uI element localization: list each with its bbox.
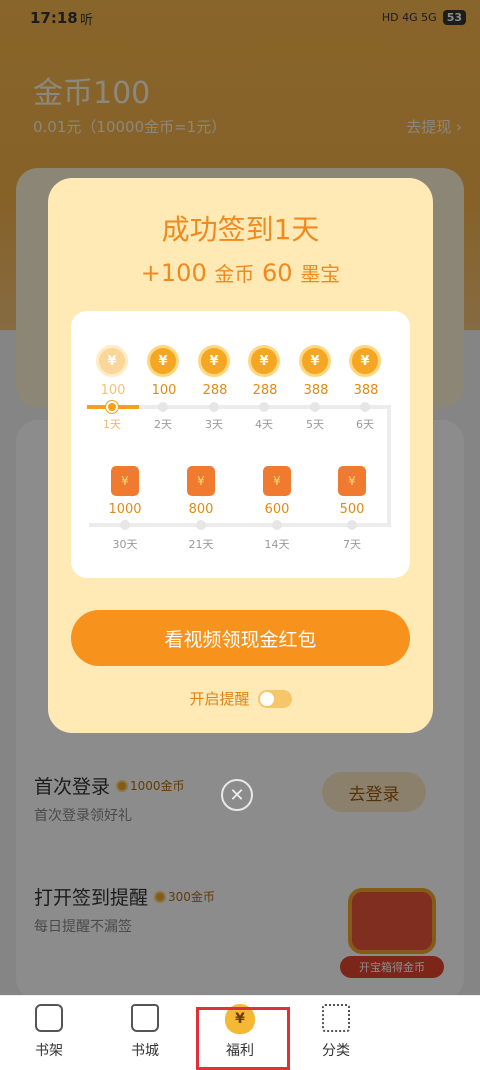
close-icon[interactable]: ✕ [221,779,253,811]
red-envelope-icon: ¥ [263,466,291,496]
watch-video-button[interactable]: 看视频领现金红包 [71,610,410,666]
reward-value: 600 [264,502,290,517]
reward-day-30: ¥ 1000 [103,466,147,517]
progress-dot [209,402,219,412]
reward-value: 288 [252,383,278,398]
day-label: 1天 [103,418,121,431]
day-label: 6天 [356,418,374,431]
day-label: 5天 [306,418,324,431]
progress-track-bottom [89,523,391,527]
progress-dot [259,402,269,412]
day-label: 3天 [205,418,223,431]
day-label: 14天 [264,538,290,551]
progress-dot [272,520,282,530]
dialog-reward: +100 金币 60 墨宝 [140,259,341,287]
reward-value: 1000 [108,502,142,517]
reward-day-7: ¥ 500 [330,466,374,517]
coin-icon: ¥ [248,345,280,377]
coin-icon: ¥ [198,345,230,377]
coin-icon: ¥ [349,345,381,377]
reward-value: 800 [188,502,214,517]
progress-dot [360,402,370,412]
checkin-success-dialog: 成功签到1天 +100 金币 60 墨宝 ¥ 100 ¥ 100 ¥ 288 ¥… [48,178,433,733]
coin-icon: ¥ [299,345,331,377]
checkin-calendar: ¥ 100 ¥ 100 ¥ 288 ¥ 288 ¥ 388 ¥ 388 1天 2… [71,311,410,578]
progress-dot-active [106,401,118,413]
progress-track-vertical [387,405,391,525]
reward-value: 500 [339,502,365,517]
red-envelope-icon: ¥ [111,466,139,496]
toggle-knob [259,691,274,706]
category-icon [322,1004,350,1032]
reward-value: 288 [202,383,228,398]
coin-icon: ¥ [96,345,128,377]
tab-bookshelf[interactable]: 书架 [14,1004,84,1066]
reward-day-1: ¥ 100 [96,345,130,398]
reward-value: 100 [100,383,126,398]
bookshelf-icon [35,1004,63,1032]
tab-bookstore[interactable]: 书城 [110,1004,180,1066]
progress-dot [196,520,206,530]
tab-category[interactable]: 分类 [301,1004,371,1066]
tab-label: 书城 [131,1043,159,1059]
reminder-row: 开启提醒 [48,688,433,709]
red-envelope-icon: ¥ [187,466,215,496]
reminder-label: 开启提醒 [189,690,250,708]
reward-day-5: ¥ 388 [299,345,333,398]
coin-icon: ¥ [147,345,179,377]
progress-dot [158,402,168,412]
reward-day-6: ¥ 388 [349,345,383,398]
progress-dot [310,402,320,412]
reminder-toggle[interactable] [257,689,292,708]
day-label: 30天 [112,538,138,551]
day-label: 7天 [343,538,361,551]
reward-day-14: ¥ 600 [255,466,299,517]
progress-dot [347,520,357,530]
tab-label: 书架 [35,1043,63,1059]
dialog-title: 成功签到1天 [161,213,320,246]
reward-day-3: ¥ 288 [198,345,232,398]
reward-day-21: ¥ 800 [179,466,223,517]
progress-dot [120,520,130,530]
reward-value: 388 [303,383,329,398]
day-label: 4天 [255,418,273,431]
highlight-frame [196,1007,290,1070]
bookstore-icon [131,1004,159,1032]
red-envelope-icon: ¥ [338,466,366,496]
tab-label: 分类 [322,1043,350,1059]
reward-value: 388 [353,383,379,398]
day-label: 2天 [154,418,172,431]
reward-day-4: ¥ 288 [248,345,282,398]
reward-day-2: ¥ 100 [147,345,181,398]
day-label: 21天 [188,538,214,551]
reward-value: 100 [151,383,177,398]
